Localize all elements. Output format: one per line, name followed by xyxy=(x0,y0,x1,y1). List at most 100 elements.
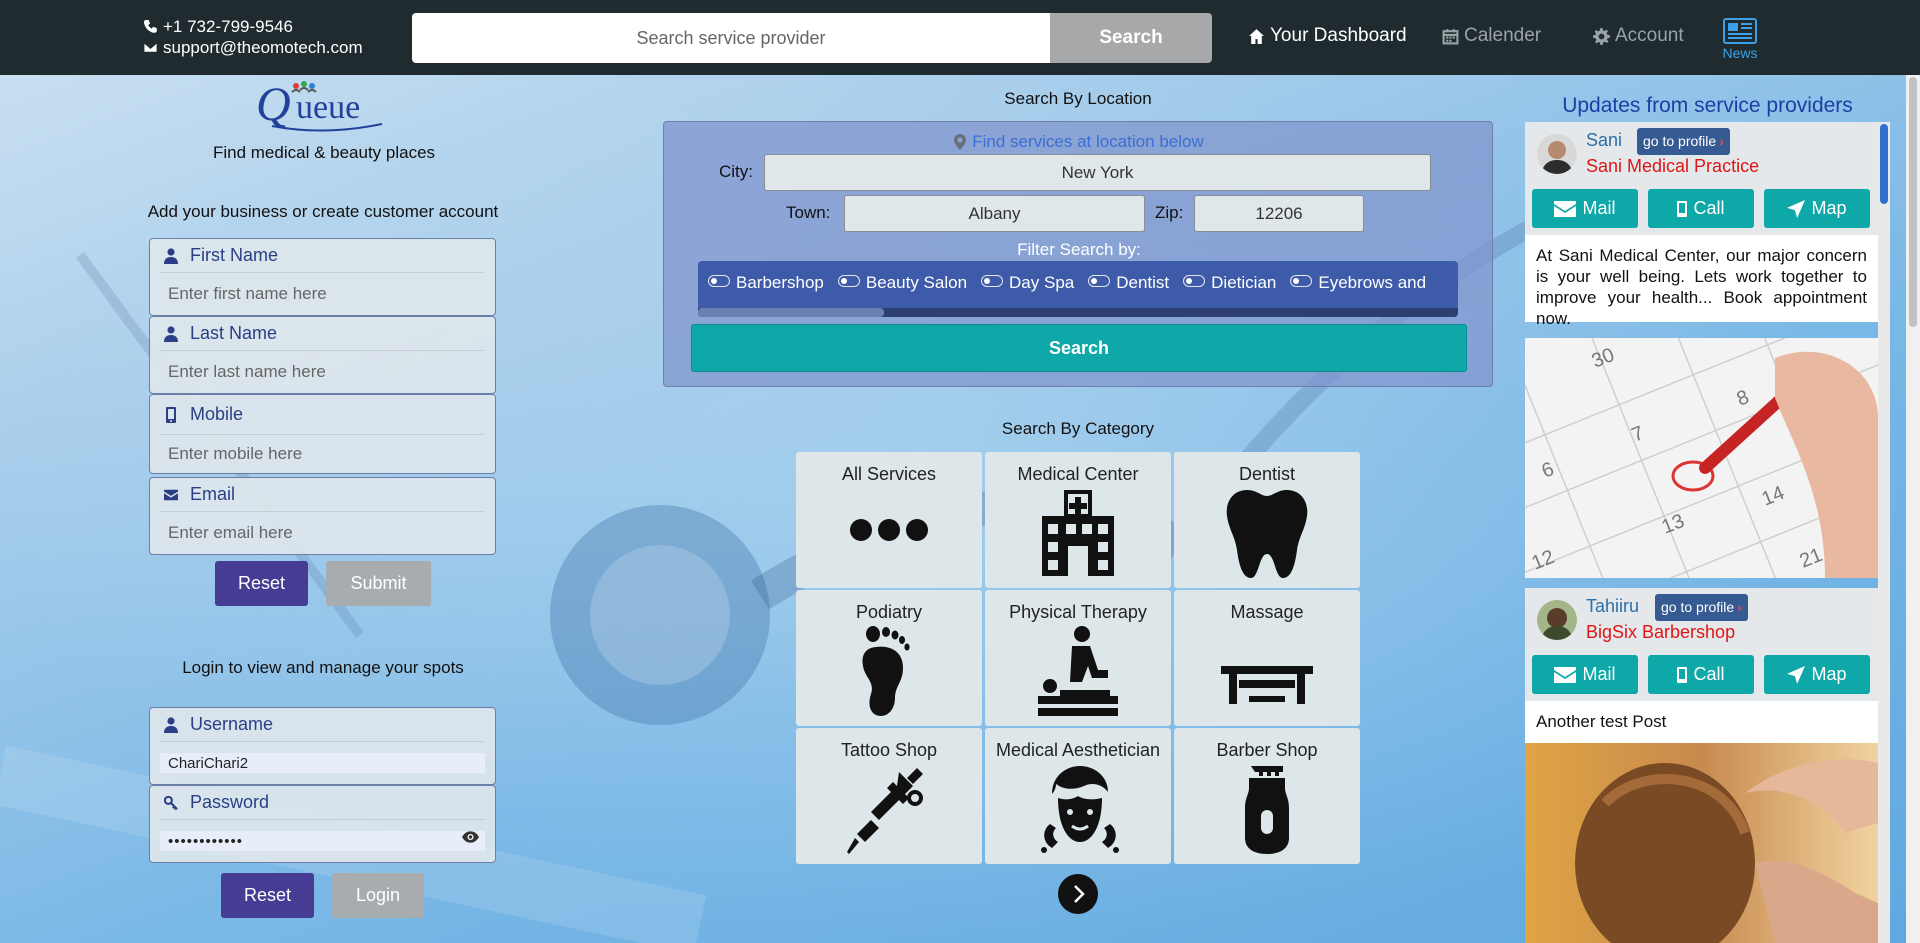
post-image-calendar[interactable]: 8 7 6 13 14 21 12 9 30 xyxy=(1525,338,1878,578)
call-button[interactable]: Call xyxy=(1648,189,1754,228)
phone-row: +1 732-799-9546 xyxy=(143,16,363,37)
home-icon xyxy=(1249,28,1264,44)
category-tattoo-shop[interactable]: Tattoo Shop xyxy=(796,728,982,864)
location-hint: Find services at location below xyxy=(664,132,1494,152)
toggle-switch-icon[interactable] xyxy=(1183,275,1206,287)
page-scroll-thumb[interactable] xyxy=(1909,77,1917,327)
filter-toggle-bar: Barbershop Beauty Salon Day Spa Dentist Diet… xyxy=(698,261,1458,317)
map-button[interactable]: Map xyxy=(1764,655,1870,694)
tagline: Find medical & beauty places xyxy=(212,143,436,162)
city-input[interactable] xyxy=(764,154,1431,191)
call-button[interactable]: Call xyxy=(1648,655,1754,694)
last-name-input[interactable] xyxy=(160,351,485,393)
category-next-button[interactable] xyxy=(1058,874,1098,914)
show-password-eye-icon[interactable] xyxy=(462,831,479,843)
go-to-profile-label: go to profile xyxy=(1661,599,1735,615)
filter-toggle[interactable]: Dietician xyxy=(1183,273,1276,293)
mail-button[interactable]: Mail xyxy=(1532,655,1638,694)
email-input[interactable] xyxy=(160,512,485,554)
mobile-label: Mobile xyxy=(190,404,244,424)
mail-label: Mail xyxy=(1582,198,1616,218)
nav-account[interactable]: Account xyxy=(1593,25,1684,47)
category-medical-aesthetician[interactable]: Medical Aesthetician xyxy=(985,728,1171,864)
phone-number[interactable]: +1 732-799-9546 xyxy=(163,16,293,37)
city-label: City: xyxy=(719,162,753,181)
avatar[interactable] xyxy=(1537,600,1577,640)
filter-scroll-thumb[interactable] xyxy=(698,308,884,317)
nav-dashboard[interactable]: Your Dashboard xyxy=(1248,25,1407,47)
go-to-profile-button[interactable]: go to profile › xyxy=(1637,128,1730,155)
chevron-right-icon: › xyxy=(1737,599,1742,615)
category-label: All Services xyxy=(841,464,937,484)
feed-scroll-thumb[interactable] xyxy=(1880,124,1888,204)
phone-icon xyxy=(143,19,157,33)
updates-feed: Sani go to profile › Sani Medical Practic… xyxy=(1525,122,1878,943)
provider-search-button[interactable]: Search xyxy=(1050,13,1212,63)
category-all-services[interactable]: All Services xyxy=(796,452,982,588)
category-label: Medical Aesthetician xyxy=(995,740,1161,760)
login-reset-button[interactable]: Reset xyxy=(221,873,314,918)
toggle-switch-icon[interactable] xyxy=(1290,275,1313,287)
nav-news[interactable]: News xyxy=(1720,18,1760,61)
filter-toggle[interactable]: Barbershop xyxy=(708,273,824,293)
queue-logo[interactable]: Q ueue xyxy=(254,78,394,134)
category-grid: All Services Medical Center Dentist Podi… xyxy=(796,452,1360,864)
password-label: Password xyxy=(190,792,270,812)
filter-items: Barbershop Beauty Salon Day Spa Dentist Diet… xyxy=(708,273,1426,293)
category-massage[interactable]: Massage xyxy=(1174,590,1360,726)
login-button[interactable]: Login xyxy=(332,873,424,918)
filter-label: Dentist xyxy=(1116,273,1170,292)
filter-label: Beauty Salon xyxy=(865,273,968,292)
category-label: Physical Therapy xyxy=(1009,602,1147,622)
first-name-input[interactable] xyxy=(160,273,485,315)
support-email[interactable]: support@theomotech.com xyxy=(163,37,363,58)
location-search-button[interactable]: Search xyxy=(691,324,1467,372)
filter-toggle[interactable]: Eyebrows and xyxy=(1290,273,1426,293)
toggle-switch-icon[interactable] xyxy=(708,275,730,287)
username-input[interactable] xyxy=(160,753,485,773)
provider-name[interactable]: Tahiiru xyxy=(1586,596,1639,617)
go-to-profile-button[interactable]: go to profile › xyxy=(1655,594,1748,621)
filter-toggle[interactable]: Dentist xyxy=(1088,273,1169,293)
town-input[interactable] xyxy=(844,195,1145,232)
nav-calendar[interactable]: Calender xyxy=(1442,25,1541,47)
provider-name[interactable]: Sani xyxy=(1586,130,1622,151)
map-label: Map xyxy=(1811,198,1847,218)
envelope-icon xyxy=(164,489,178,500)
toggle-switch-icon[interactable] xyxy=(1088,275,1111,287)
post-image-barbershop[interactable] xyxy=(1525,743,1878,943)
nav-account-label: Account xyxy=(1615,25,1684,46)
go-to-profile-label: go to profile xyxy=(1643,133,1717,149)
business-name[interactable]: Sani Medical Practice xyxy=(1586,156,1759,177)
register-reset-button[interactable]: Reset xyxy=(215,561,308,606)
category-dentist[interactable]: Dentist xyxy=(1174,452,1360,588)
filter-toggle[interactable]: Day Spa xyxy=(981,273,1074,293)
page-scrollbar[interactable] xyxy=(1906,75,1920,943)
category-podiatry[interactable]: Podiatry xyxy=(796,590,982,726)
category-medical-center[interactable]: Medical Center xyxy=(985,452,1171,588)
tattoo-machine-icon xyxy=(847,768,923,854)
mail-button[interactable]: Mail xyxy=(1532,189,1638,228)
location-search-panel: Find services at location below City: To… xyxy=(663,121,1493,387)
call-label: Call xyxy=(1693,198,1725,218)
last-name-field: Last Name xyxy=(149,316,496,394)
business-name[interactable]: BigSix Barbershop xyxy=(1586,622,1735,643)
map-button[interactable]: Map xyxy=(1764,189,1870,228)
top-navbar: +1 732-799-9546 support@theomotech.com S… xyxy=(0,0,1920,75)
category-barber-shop[interactable]: Barber Shop xyxy=(1174,728,1360,864)
mobile-input[interactable] xyxy=(160,435,485,473)
post-card: Sani go to profile › Sani Medical Practic… xyxy=(1525,122,1878,235)
avatar[interactable] xyxy=(1537,134,1577,174)
category-label: Medical Center xyxy=(1017,464,1139,484)
user-icon xyxy=(164,247,178,264)
filter-toggle[interactable]: Beauty Salon xyxy=(837,273,968,293)
password-input[interactable] xyxy=(160,831,485,851)
toggle-switch-icon[interactable] xyxy=(981,275,1004,287)
register-submit-button[interactable]: Submit xyxy=(326,561,431,606)
provider-search-input[interactable] xyxy=(412,13,1050,63)
category-physical-therapy[interactable]: Physical Therapy xyxy=(985,590,1171,726)
feed-scrollbar[interactable] xyxy=(1878,122,1890,943)
toggle-switch-icon[interactable] xyxy=(837,275,860,287)
filter-scrollbar[interactable] xyxy=(698,308,1458,317)
zip-input[interactable] xyxy=(1194,195,1364,232)
